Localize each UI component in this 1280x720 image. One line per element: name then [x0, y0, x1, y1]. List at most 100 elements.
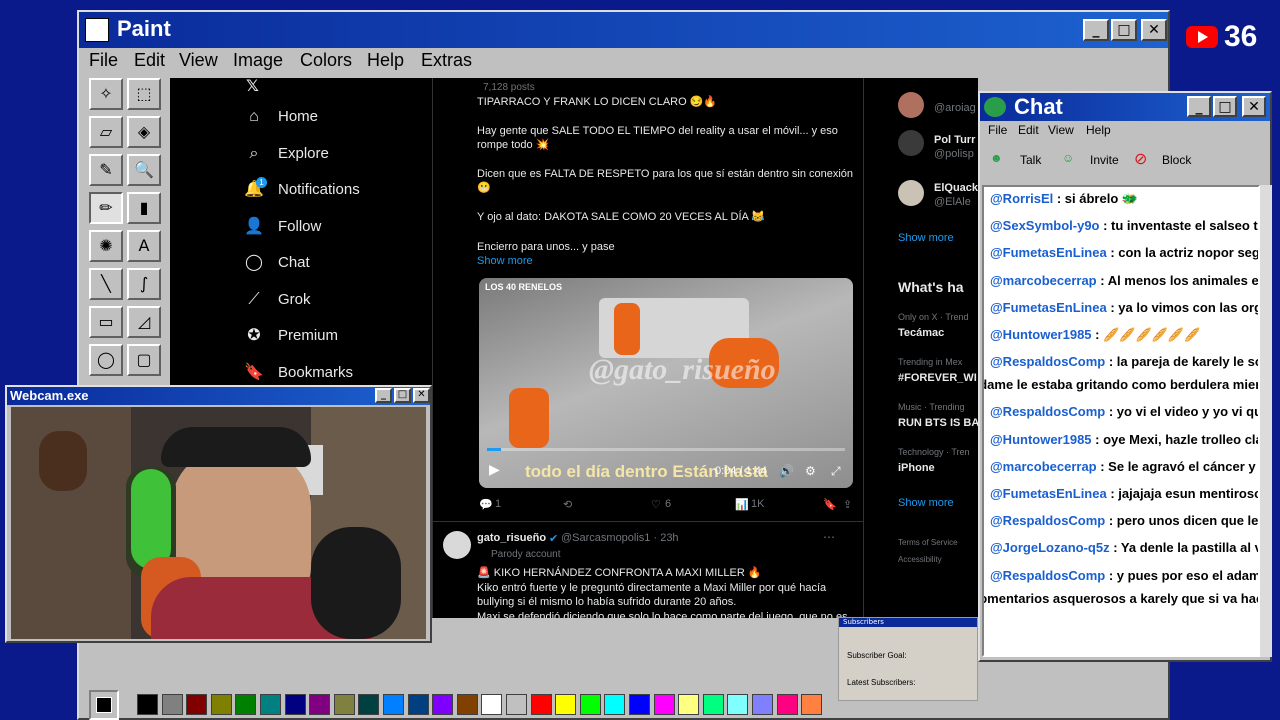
share-icon[interactable]: ⇪ — [843, 498, 852, 511]
chat-username[interactable]: @marcobecerrap — [990, 273, 1097, 288]
palette-swatch[interactable] — [407, 694, 429, 715]
avatar[interactable] — [898, 180, 924, 206]
line-tool-icon[interactable]: ╲ — [89, 268, 123, 300]
chat-username[interactable]: @FumetasEnLinea — [990, 300, 1107, 315]
polygon-tool-icon[interactable]: ◿ — [127, 306, 161, 338]
palette-swatch[interactable] — [653, 694, 675, 715]
nav-item-follow[interactable]: 👤 Follow — [244, 214, 444, 244]
menu-extras[interactable]: Extras — [421, 50, 472, 71]
palette-swatch[interactable] — [432, 694, 454, 715]
palette-swatch[interactable] — [752, 694, 773, 715]
who-handle[interactable]: @aroiag — [934, 102, 976, 114]
menu-help[interactable]: Help — [367, 50, 404, 71]
minimize-button[interactable]: _ — [375, 388, 392, 403]
chat-titlebar[interactable]: Chat _ □ ✕ — [980, 93, 1270, 121]
settings-icon[interactable]: ⚙ — [805, 464, 816, 478]
like-icon[interactable]: ♡ — [651, 498, 661, 511]
avatar[interactable] — [898, 130, 924, 156]
chat-username[interactable]: @RespaldosComp — [990, 404, 1105, 419]
palette-swatch[interactable] — [506, 694, 527, 715]
close-button[interactable]: ✕ — [1242, 96, 1266, 117]
palette-swatch[interactable] — [481, 694, 503, 715]
magnifier-icon[interactable]: 🔍 — [127, 154, 161, 186]
palette-swatch[interactable] — [235, 694, 257, 715]
menu-view[interactable]: View — [1048, 123, 1074, 137]
nav-item-chat[interactable]: ◯ Chat — [244, 250, 444, 280]
palette-swatch[interactable] — [678, 694, 700, 715]
trend-name[interactable]: #FOREVER_WI — [898, 372, 977, 384]
palette-swatch[interactable] — [161, 694, 183, 715]
chat-username[interactable]: @FumetasEnLinea — [990, 245, 1107, 260]
brush-icon[interactable]: ▮ — [127, 192, 161, 224]
palette-swatch[interactable] — [801, 694, 823, 715]
palette-swatch[interactable] — [456, 694, 478, 715]
footer-link[interactable]: Accessibility — [898, 555, 942, 564]
menu-image[interactable]: Image — [233, 50, 283, 71]
minimize-button[interactable]: _ — [1187, 96, 1211, 117]
palette-swatch[interactable] — [555, 694, 577, 715]
palette-swatch[interactable] — [579, 694, 601, 715]
text-tool-icon[interactable]: A — [127, 230, 161, 262]
maximize-button[interactable]: □ — [394, 388, 411, 403]
palette-swatch[interactable] — [137, 694, 158, 715]
eraser-icon[interactable]: ▱ — [89, 116, 123, 148]
invite-button[interactable]: Invite — [1090, 153, 1119, 167]
palette-swatch[interactable] — [333, 694, 355, 715]
chat-username[interactable]: @Huntower1985 — [990, 327, 1092, 342]
block-button[interactable]: Block — [1162, 153, 1191, 167]
avatar[interactable] — [443, 531, 471, 559]
x-logo-icon[interactable]: 𝕏 — [246, 78, 259, 95]
maximize-button[interactable]: □ — [1111, 19, 1137, 41]
palette-swatch[interactable] — [727, 694, 749, 715]
free-select-icon[interactable]: ✧ — [89, 78, 123, 110]
trend-name[interactable]: RUN BTS IS BA — [898, 417, 978, 429]
palette-swatch[interactable] — [702, 694, 724, 715]
nav-item-home[interactable]: ⌂ Home — [244, 104, 444, 134]
minimize-button[interactable]: _ — [1083, 19, 1109, 41]
avatar[interactable] — [898, 92, 924, 118]
ellipse-tool-icon[interactable]: ◯ — [89, 344, 123, 376]
close-button[interactable]: ✕ — [413, 388, 430, 403]
paint-titlebar[interactable]: Paint _ □ ✕ — [79, 12, 1168, 48]
fill-bucket-icon[interactable]: ◈ — [127, 116, 161, 148]
reply-icon[interactable]: 💬 — [479, 498, 493, 511]
chat-username[interactable]: @RorrisEl — [990, 191, 1053, 206]
menu-help[interactable]: Help — [1086, 123, 1111, 137]
rounded-rect-tool-icon[interactable]: ▢ — [127, 344, 161, 376]
invite-icon[interactable]: ☺ — [1062, 151, 1074, 165]
who-name[interactable]: Pol Turr — [934, 134, 975, 146]
fullscreen-icon[interactable]: ⤢ — [831, 464, 841, 479]
views-icon[interactable]: 📊 — [735, 498, 749, 511]
palette-swatch[interactable] — [260, 694, 281, 715]
show-more-link[interactable]: Show more — [898, 497, 954, 509]
chat-username[interactable]: @RespaldosComp — [990, 354, 1105, 369]
webcam-titlebar[interactable]: Webcam.exe _ □ ✕ — [7, 387, 430, 405]
current-colors[interactable] — [89, 690, 119, 720]
more-icon[interactable]: ⋯ — [823, 530, 835, 544]
curve-tool-icon[interactable]: ∫ — [127, 268, 161, 300]
palette-swatch[interactable] — [383, 694, 404, 715]
video-progress-track[interactable] — [487, 448, 845, 451]
palette-swatch[interactable] — [210, 694, 232, 715]
footer-link[interactable]: Terms of Service — [898, 538, 958, 547]
close-button[interactable]: ✕ — [1141, 19, 1167, 41]
color-picker-icon[interactable]: ✎ — [89, 154, 123, 186]
rectangle-tool-icon[interactable]: ▭ — [89, 306, 123, 338]
pencil-icon[interactable]: ✏ — [89, 192, 123, 224]
chat-username[interactable]: @marcobecerrap — [990, 459, 1097, 474]
show-more-link[interactable]: Show more — [477, 254, 857, 268]
bookmark-icon[interactable]: 🔖 — [823, 498, 837, 511]
menu-colors[interactable]: Colors — [300, 50, 352, 71]
airbrush-icon[interactable]: ✺ — [89, 230, 123, 262]
show-more-link[interactable]: Show more — [898, 232, 954, 244]
volume-icon[interactable]: 🔊 — [779, 464, 794, 478]
chat-username[interactable]: @RespaldosComp — [990, 513, 1105, 528]
palette-swatch[interactable] — [604, 694, 626, 715]
menu-file[interactable]: File — [988, 123, 1007, 137]
menu-view[interactable]: View — [179, 50, 218, 71]
palette-swatch[interactable] — [309, 694, 331, 715]
maximize-button[interactable]: □ — [1213, 96, 1237, 117]
video-player[interactable]: LOS 40 RENELOS @gato_risueño todo el día… — [479, 278, 853, 488]
trend-name[interactable]: iPhone — [898, 462, 935, 474]
nav-item-grok[interactable]: ⟋ Grok — [244, 287, 444, 317]
